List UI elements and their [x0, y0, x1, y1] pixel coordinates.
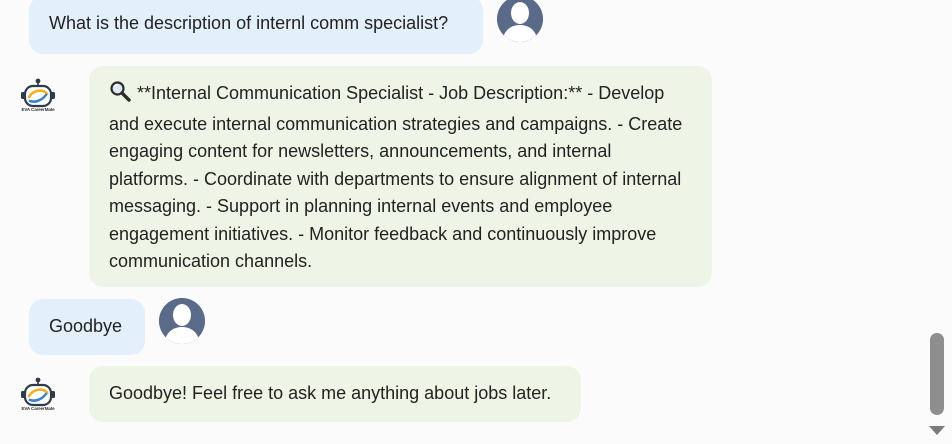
- bot-logo-text: EVA CareerMate: [21, 107, 55, 112]
- user-avatar-icon: [497, 0, 543, 42]
- user-avatar: [497, 0, 543, 42]
- scrollbar[interactable]: [922, 0, 952, 444]
- bot-message: **Internal Communication Specialist - Jo…: [89, 66, 712, 287]
- user-avatar-icon: [159, 298, 205, 344]
- user-message-text: What is the description of internl comm …: [49, 13, 449, 33]
- bot-message: Goodbye! Feel free to ask me anything ab…: [89, 366, 581, 422]
- bot-avatar: EVA CareerMate: [18, 78, 58, 118]
- bot-avatar: EVA CareerMate: [18, 377, 58, 417]
- user-message: What is the description of internl comm …: [29, 0, 483, 54]
- bot-message-text: **Internal Communication Specialist - Jo…: [109, 83, 683, 271]
- scrollbar-thumb[interactable]: [930, 333, 944, 415]
- user-message-text: Goodbye: [49, 316, 123, 336]
- chat-viewport: What is the description of internl comm …: [0, 0, 952, 444]
- bot-logo-text: EVA CareerMate: [21, 406, 55, 411]
- user-message: Goodbye: [29, 299, 145, 355]
- scroll-down-arrow-icon[interactable]: [929, 426, 945, 435]
- user-avatar: [159, 298, 205, 344]
- bot-message-text: Goodbye! Feel free to ask me anything ab…: [109, 383, 552, 403]
- magnifying-glass-icon: [109, 80, 131, 111]
- chat-history: What is the description of internl comm …: [0, 0, 920, 444]
